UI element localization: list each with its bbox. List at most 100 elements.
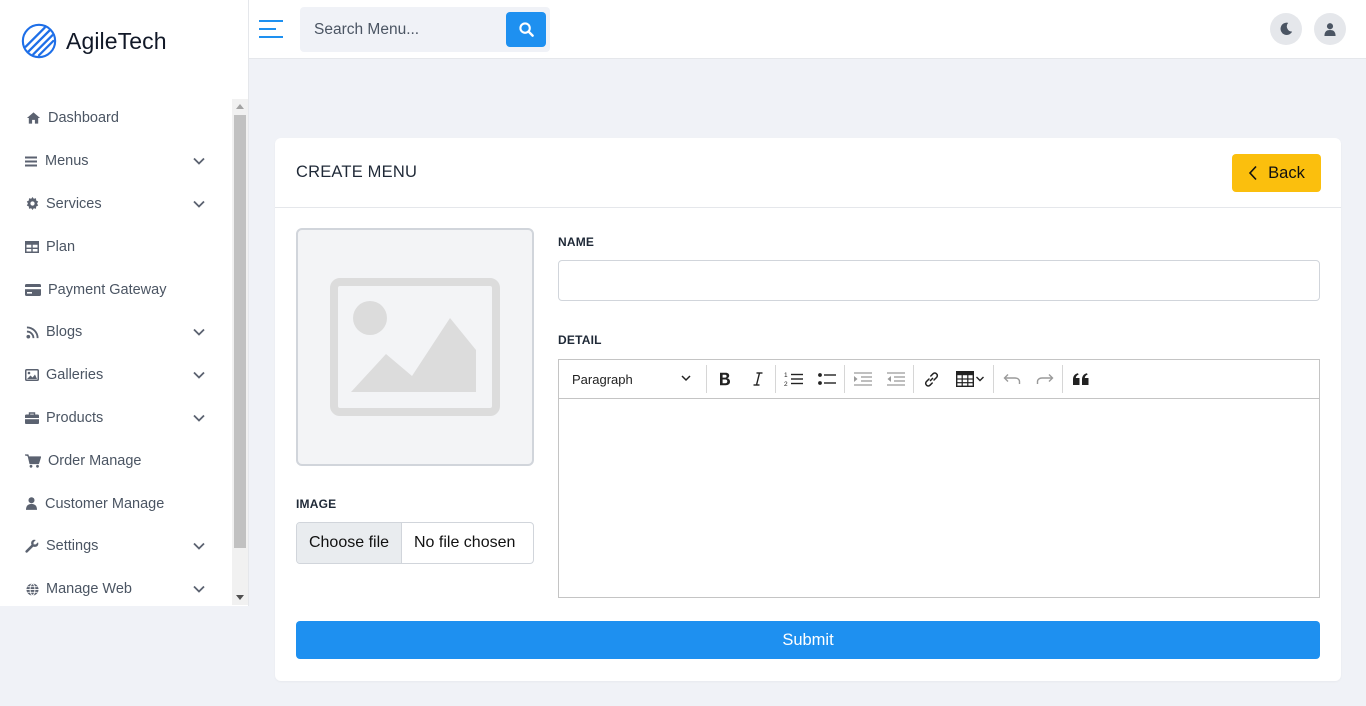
scroll-up-arrow-icon[interactable]	[236, 104, 244, 109]
editor-content-area[interactable]	[559, 399, 1319, 597]
sidebar-item-label: Products	[46, 409, 104, 426]
sidebar-item-menus[interactable]: Menus	[0, 140, 232, 183]
chevron-left-icon	[1249, 165, 1257, 181]
table-icon	[25, 239, 39, 255]
chevron-down-icon	[193, 158, 205, 165]
toolbar-divider	[993, 365, 994, 393]
bulleted-list-button[interactable]	[810, 360, 843, 399]
sidebar-item-label: Dashboard	[48, 110, 119, 127]
submit-button[interactable]: Submit	[296, 621, 1320, 659]
search-icon	[518, 22, 534, 37]
sidebar-item-label: Plan	[46, 238, 76, 255]
indent-decrease-icon	[886, 372, 905, 386]
create-menu-card: CREATE MENU Back IMAGE Choose file No fi…	[275, 138, 1341, 681]
block-quote-button[interactable]	[1064, 360, 1097, 399]
gear-icon	[25, 196, 39, 212]
file-status-text: No file chosen	[414, 534, 516, 551]
sidebar: AgileTech Dashboard Menus Services Plan …	[0, 0, 249, 606]
sidebar-item-label: Payment Gateway	[48, 281, 167, 298]
chevron-down-icon	[193, 543, 205, 551]
scrollbar-thumb[interactable]	[234, 115, 246, 548]
sidebar-item-settings[interactable]: Settings	[0, 525, 232, 568]
insert-link-button[interactable]	[915, 360, 948, 399]
hamburger-menu-icon[interactable]	[259, 19, 283, 39]
toolbar-divider	[844, 365, 845, 393]
sidebar-nav: Dashboard Menus Services Plan Payment Ga…	[0, 97, 232, 611]
search-button[interactable]	[506, 12, 546, 47]
choose-file-button[interactable]: Choose file	[297, 523, 402, 563]
briefcase-icon	[25, 410, 39, 426]
indent-increase-icon	[853, 372, 872, 386]
editor-toolbar: Paragraph 12	[559, 360, 1319, 399]
sidebar-item-label: Settings	[46, 538, 99, 555]
sidebar-item-blogs[interactable]: Blogs	[0, 311, 232, 354]
chevron-down-icon	[193, 414, 205, 422]
toolbar-divider	[1062, 365, 1063, 393]
indent-increase-button[interactable]	[846, 360, 879, 399]
toolbar-divider	[775, 365, 776, 393]
chevron-down-icon	[193, 372, 205, 379]
sidebar-item-label: Manage Web	[46, 581, 132, 598]
dark-mode-toggle[interactable]	[1270, 13, 1302, 45]
detail-rich-text-editor: Paragraph 12	[558, 359, 1320, 598]
sidebar-item-label: Customer Manage	[45, 495, 165, 512]
sidebar-item-plan[interactable]: Plan	[0, 225, 232, 268]
list-icon	[25, 153, 37, 169]
indent-decrease-button[interactable]	[879, 360, 912, 399]
sidebar-item-manage-web[interactable]: Manage Web	[0, 568, 232, 611]
image-label: IMAGE	[296, 497, 337, 511]
image-file-input[interactable]: Choose file No file chosen	[296, 522, 534, 564]
sidebar-item-galleries[interactable]: Galleries	[0, 354, 232, 397]
globe-icon	[25, 581, 39, 597]
user-menu-button[interactable]	[1314, 13, 1346, 45]
scroll-down-arrow-icon[interactable]	[236, 595, 244, 600]
back-button-label: Back	[1268, 163, 1305, 182]
brand[interactable]: AgileTech	[0, 0, 248, 82]
brand-name: AgileTech	[66, 27, 167, 54]
chevron-down-icon	[681, 374, 691, 381]
table-icon	[956, 371, 984, 387]
sidebar-item-services[interactable]: Services	[0, 183, 232, 226]
sidebar-item-dashboard[interactable]: Dashboard	[0, 97, 232, 140]
link-icon	[924, 371, 939, 387]
sidebar-item-label: Galleries	[46, 367, 104, 384]
sidebar-item-label: Order Manage	[48, 452, 142, 469]
sidebar-item-label: Blogs	[46, 324, 83, 341]
undo-button[interactable]	[995, 360, 1028, 399]
chevron-down-icon	[193, 586, 205, 593]
redo-button[interactable]	[1028, 360, 1061, 399]
detail-label: DETAIL	[558, 333, 602, 347]
redo-icon	[1036, 374, 1053, 384]
search-box	[300, 7, 550, 52]
sidebar-scrollbar[interactable]	[232, 99, 248, 605]
numbered-list-icon: 12	[784, 372, 803, 387]
brand-logo-icon	[21, 23, 57, 59]
name-input[interactable]	[558, 260, 1320, 301]
italic-button[interactable]	[741, 360, 774, 399]
topbar	[249, 0, 1366, 59]
wrench-icon	[25, 538, 39, 554]
image-placeholder-icon	[330, 278, 500, 416]
svg-text:1: 1	[784, 372, 788, 379]
paragraph-style-dropdown[interactable]: Paragraph	[559, 360, 705, 399]
toolbar-divider	[913, 365, 914, 393]
image-icon	[25, 367, 39, 383]
image-preview	[296, 228, 534, 466]
toolbar-divider	[706, 365, 707, 393]
name-label: NAME	[558, 235, 595, 249]
undo-icon	[1003, 374, 1020, 384]
sidebar-item-payment-gateway[interactable]: Payment Gateway	[0, 268, 232, 311]
credit-card-icon	[25, 282, 41, 298]
sidebar-item-customer-manage[interactable]: Customer Manage	[0, 482, 232, 525]
bold-icon	[719, 372, 730, 386]
insert-table-button[interactable]	[948, 360, 992, 399]
card-header: CREATE MENU Back	[275, 138, 1341, 208]
sidebar-item-products[interactable]: Products	[0, 397, 232, 440]
numbered-list-button[interactable]: 12	[777, 360, 810, 399]
user-icon	[25, 496, 37, 512]
sidebar-item-order-manage[interactable]: Order Manage	[0, 439, 232, 482]
search-input[interactable]	[300, 7, 500, 52]
back-button[interactable]: Back	[1232, 154, 1321, 192]
blog-icon	[25, 324, 39, 340]
bold-button[interactable]	[708, 360, 741, 399]
